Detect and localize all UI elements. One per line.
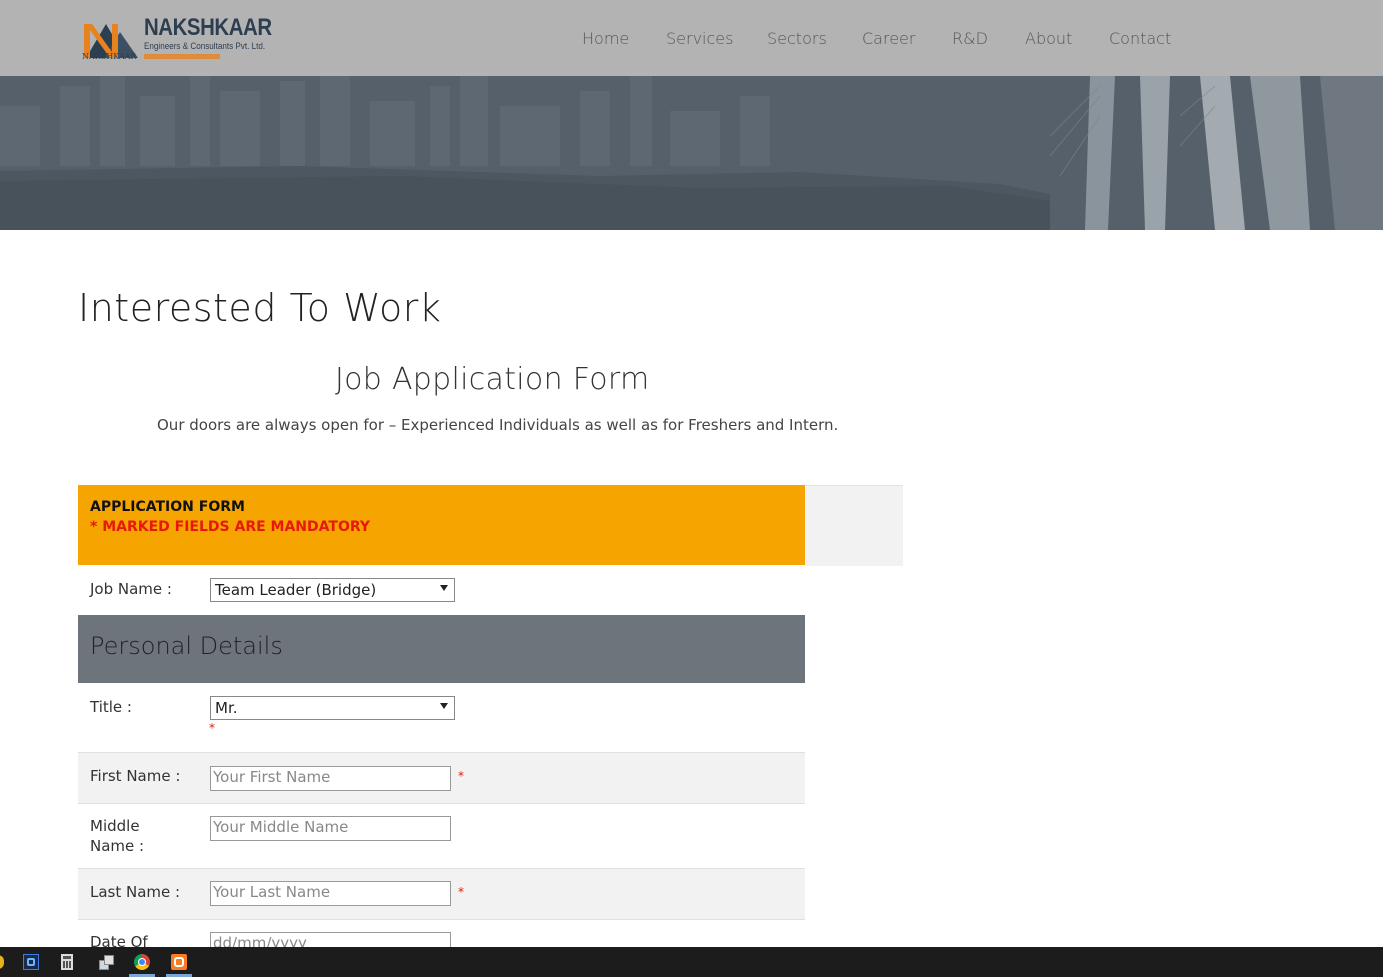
application-bar-side <box>805 485 903 566</box>
city-bridge-image <box>0 76 1383 230</box>
title-value: Mr. <box>215 699 238 717</box>
partial-app-icon[interactable] <box>0 955 4 969</box>
company-logo[interactable]: NAKSHKAAR Engineers & Consultants Pvt. L… <box>82 14 282 66</box>
nav-home[interactable]: Home <box>582 29 629 48</box>
xampp-icon[interactable] <box>171 954 187 970</box>
middle-name-input[interactable]: Your Middle Name <box>210 816 451 841</box>
required-marker: * <box>458 885 464 899</box>
dropdown-arrow-icon <box>440 703 448 709</box>
middle-name-label: Middle Name : <box>90 816 144 856</box>
dropdown-arrow-icon <box>440 585 448 591</box>
job-name-row: Job Name : Team Leader (Bridge) <box>78 565 805 615</box>
nav-contact[interactable]: Contact <box>1109 29 1171 48</box>
middle-name-label-line1: Middle <box>90 817 140 835</box>
logo-tagline-bar <box>144 54 220 59</box>
application-form-bar: APPLICATION FORM * MARKED FIELDS ARE MAN… <box>78 485 805 565</box>
personal-details-section: Personal Details <box>78 615 805 683</box>
title-select[interactable]: Mr. <box>210 696 455 720</box>
job-name-label: Job Name : <box>90 580 172 598</box>
last-name-label: Last Name : <box>90 883 181 901</box>
hero-banner <box>0 76 1383 230</box>
chrome-icon[interactable] <box>134 954 150 970</box>
mandatory-note: * MARKED FIELDS ARE MANDATORY <box>90 519 370 535</box>
job-name-value: Team Leader (Bridge) <box>215 581 377 599</box>
dob-input[interactable]: dd/mm/yyyy <box>210 932 451 947</box>
section-title: Personal Details <box>90 632 283 660</box>
application-form-title: APPLICATION FORM <box>90 499 245 515</box>
nav-rnd[interactable]: R&D <box>952 29 988 48</box>
middle-name-label-line2: Name : <box>90 837 145 855</box>
logo-subtitle: Engineers & Consultants Pvt. Ltd. <box>144 41 266 51</box>
first-name-label: First Name : <box>90 767 181 785</box>
nav-career[interactable]: Career <box>862 29 915 48</box>
title-label: Title : <box>90 698 132 716</box>
taskbar <box>0 947 1383 977</box>
last-name-row: Last Name : Your Last Name * <box>78 868 805 920</box>
nav-services[interactable]: Services <box>666 29 733 48</box>
network-tool-icon[interactable] <box>97 954 114 970</box>
last-name-input[interactable]: Your Last Name <box>210 881 451 906</box>
middle-name-row: Middle Name : Your Middle Name <box>78 804 805 867</box>
logo-small-text: NAKSHKAAR <box>82 52 137 61</box>
required-marker: * <box>209 721 215 735</box>
title-row: Title : Mr. * <box>78 683 805 752</box>
first-name-input[interactable]: Your First Name <box>210 766 451 791</box>
job-name-select[interactable]: Team Leader (Bridge) <box>210 578 455 602</box>
intro-text: Our doors are always open for – Experien… <box>157 416 839 434</box>
calculator-icon[interactable] <box>61 954 73 970</box>
nav-about[interactable]: About <box>1025 29 1072 48</box>
page-title: Interested To Work <box>78 286 442 330</box>
nav-sectors[interactable]: Sectors <box>767 29 827 48</box>
eclipse-icon[interactable] <box>23 954 39 970</box>
dob-row: Date Of dd/mm/yyyy <box>78 920 805 947</box>
form-title: Job Application Form <box>335 362 650 397</box>
dob-label: Date Of <box>90 933 148 947</box>
required-marker: * <box>458 769 464 783</box>
logo-title: NAKSHKAAR <box>144 14 272 41</box>
first-name-row: First Name : Your First Name * <box>78 752 805 804</box>
site-header: NAKSHKAAR Engineers & Consultants Pvt. L… <box>0 0 1383 76</box>
